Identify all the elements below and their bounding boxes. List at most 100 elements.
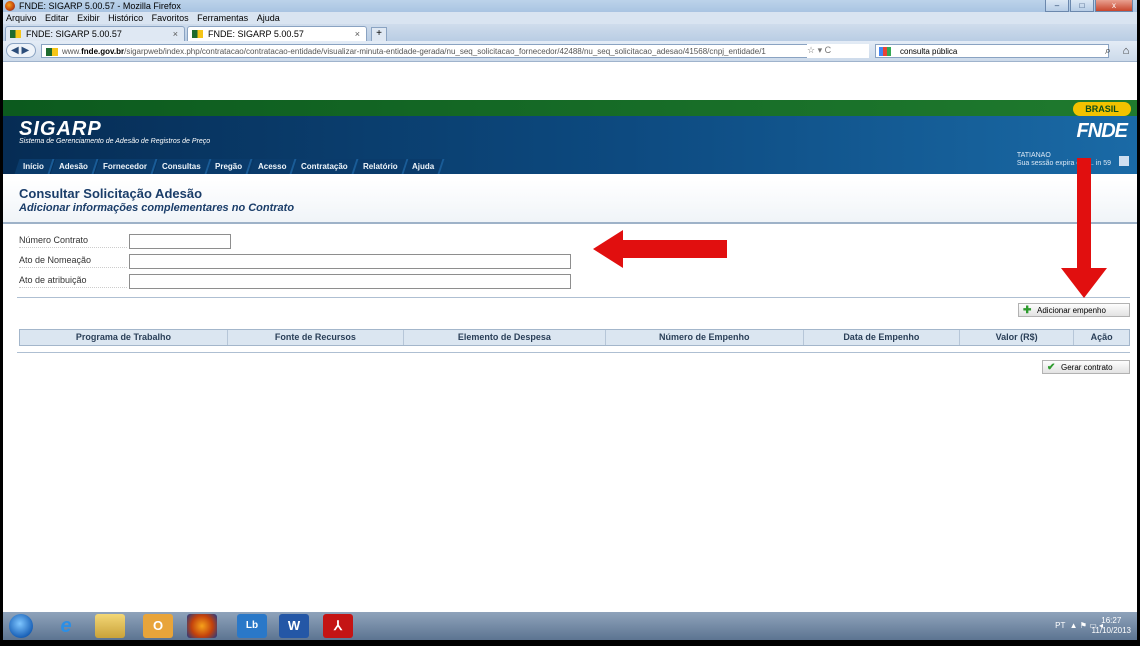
fnde-logo: FNDE — [1076, 120, 1128, 142]
page-heading: Consultar Solicitação Adesão Adicionar i… — [3, 180, 1137, 224]
divider — [17, 297, 1130, 298]
outlook-icon[interactable]: O — [143, 614, 173, 638]
menu-editar[interactable]: Editar — [45, 12, 69, 24]
menu-ferramentas[interactable]: Ferramentas — [197, 12, 248, 24]
system-clock[interactable]: 16:27 11/10/2013 — [1092, 616, 1131, 636]
divider — [17, 352, 1130, 353]
check-icon: ✔ — [1047, 362, 1056, 373]
search-engine-icon[interactable] — [879, 47, 891, 56]
annotation-arrow-down — [1077, 158, 1091, 270]
gov-strip — [3, 100, 1137, 116]
add-empenho-button[interactable]: ✚ Adicionar empenho — [1018, 303, 1130, 317]
close-button[interactable]: x — [1095, 0, 1133, 12]
col-programa-trabalho: Programa de Trabalho — [20, 330, 228, 345]
annotation-arrow-left — [621, 240, 727, 258]
empenho-table-header: Programa de Trabalho Fonte de Recursos E… — [19, 329, 1130, 346]
search-icon[interactable]: ⌕ — [1101, 44, 1115, 58]
menu-pregao[interactable]: Pregão — [207, 159, 254, 174]
page-title: Consultar Solicitação Adesão — [19, 186, 203, 201]
acrobat-icon[interactable]: ⅄ — [323, 614, 353, 638]
menu-relatorio[interactable]: Relatório — [354, 159, 408, 174]
url-domain: fnde.gov.br — [81, 47, 125, 56]
tab-1-close-icon[interactable]: × — [173, 27, 178, 41]
user-session-info: TATIANAO Sua sessão expira em ... in 59 — [1017, 152, 1111, 168]
fnde-favicon-icon — [192, 30, 203, 38]
menu-favoritos[interactable]: Favoritos — [152, 12, 189, 24]
tray-language[interactable]: PT — [1055, 621, 1065, 630]
internet-explorer-icon[interactable]: e — [51, 614, 81, 638]
tab-1[interactable]: FNDE: SIGARP 5.00.57 × — [5, 26, 185, 41]
minimize-button[interactable]: – — [1045, 0, 1069, 12]
screen: FNDE: SIGARP 5.00.57 - Mozilla Firefox –… — [3, 0, 1137, 640]
window-controls: – □ x — [1045, 0, 1133, 12]
brasil-badge[interactable]: BRASIL — [1073, 102, 1131, 116]
menu-contratacao-label: Contratação — [301, 162, 348, 171]
menu-ajuda-site[interactable]: Ajuda — [404, 159, 446, 174]
menu-arquivo[interactable]: Arquivo — [6, 12, 37, 24]
menu-adesao-label: Adesão — [58, 162, 88, 171]
menu-pregao-label: Pregão — [215, 162, 243, 171]
window-titlebar: FNDE: SIGARP 5.00.57 - Mozilla Firefox –… — [3, 0, 1137, 12]
word-icon[interactable]: W — [279, 614, 309, 638]
menu-contratacao[interactable]: Contratação — [292, 159, 359, 174]
menu-exibir[interactable]: Exibir — [77, 12, 100, 24]
menu-historico[interactable]: Histórico — [108, 12, 143, 24]
navigation-bar: ◀ ▶ www.fnde.gov.br/sigarpweb/index.php/… — [3, 41, 1137, 62]
numero-contrato-input[interactable] — [129, 234, 231, 249]
ato-nomeacao-input[interactable] — [129, 254, 571, 269]
search-text: consulta pública — [900, 47, 958, 56]
menu-relatorio-label: Relatório — [362, 162, 398, 171]
maximize-button[interactable]: □ — [1070, 0, 1094, 12]
col-acao: Ação — [1090, 332, 1113, 342]
fnde-favicon-icon — [10, 30, 21, 38]
col-numero-empenho: Número de Empenho — [606, 330, 804, 345]
menu-fornecedor[interactable]: Fornecedor — [94, 159, 158, 174]
ato-atribuicao-label: Ato de atribuição — [19, 274, 127, 288]
annotation-arrow-down-head — [1061, 268, 1107, 298]
firefox-icon — [5, 1, 15, 11]
numero-contrato-label: Número Contrato — [19, 234, 127, 248]
lync-icon[interactable]: Lb — [237, 614, 267, 638]
tab-2[interactable]: FNDE: SIGARP 5.00.57 × — [187, 26, 367, 41]
menu-consultas[interactable]: Consultas — [153, 159, 211, 174]
file-explorer-icon[interactable] — [95, 614, 125, 638]
start-button-icon[interactable] — [9, 614, 33, 638]
menu-fornecedor-label: Fornecedor — [102, 162, 147, 171]
url-prefix: www. — [62, 47, 82, 56]
gerar-contrato-label: Gerar contrato — [1061, 363, 1113, 372]
ato-atribuicao-input[interactable] — [129, 274, 571, 289]
plus-icon: ✚ — [1023, 305, 1032, 316]
browser-menubar: Arquivo Editar Exibir Histórico Favorito… — [3, 12, 1137, 24]
annotation-arrow-left-head — [593, 230, 623, 268]
new-tab-button[interactable]: + — [371, 27, 387, 42]
firefox-taskbar-icon[interactable] — [187, 614, 217, 638]
tab-1-label: FNDE: SIGARP 5.00.57 — [26, 29, 122, 39]
gerar-contrato-button[interactable]: ✔ Gerar contrato — [1042, 360, 1130, 374]
menu-acesso-label: Acesso — [257, 162, 287, 171]
site-subtitle: Sistema de Gerenciamento de Adesão de Re… — [19, 138, 211, 145]
search-bar[interactable]: consulta pública — [875, 44, 1109, 58]
url-bar[interactable]: www.fnde.gov.br/sigarpweb/index.php/cont… — [41, 44, 869, 58]
tab-strip: FNDE: SIGARP 5.00.57 × FNDE: SIGARP 5.00… — [3, 24, 1137, 42]
home-icon[interactable]: ⌂ — [1119, 44, 1133, 58]
site-header: SIGARP Sistema de Gerenciamento de Adesã… — [3, 116, 1137, 174]
windows-taskbar: e O Lb W ⅄ PT ▲ ⚑ ▭ ◂ 16:27 11/10/2013 — [3, 612, 1137, 640]
url-bar-icons[interactable]: ☆ ▾ C — [807, 44, 869, 58]
session-expiry: Sua sessão expira em ... in 59 — [1016, 160, 1111, 167]
menu-inicio[interactable]: Início — [14, 159, 55, 174]
menu-ajuda[interactable]: Ajuda — [257, 12, 280, 24]
tab-2-close-icon[interactable]: × — [355, 27, 360, 41]
menu-acesso[interactable]: Acesso — [249, 159, 297, 174]
add-empenho-label: Adicionar empenho — [1037, 306, 1106, 315]
site-identity-icon — [46, 47, 58, 56]
clock-date: 11/10/2013 — [1091, 626, 1131, 635]
col-data-empenho: Data de Empenho — [804, 330, 960, 345]
ato-nomeacao-label: Ato de Nomeação — [19, 254, 127, 268]
user-name: TATIANAO — [1016, 152, 1051, 159]
logout-icon[interactable] — [1119, 156, 1129, 166]
back-forward-button[interactable]: ◀ ▶ — [6, 43, 36, 58]
col-fonte-recursos: Fonte de Recursos — [228, 330, 404, 345]
url-path: /sigarpweb/index.php/contratacao/contrat… — [124, 47, 766, 56]
menu-adesao[interactable]: Adesão — [50, 159, 99, 174]
col-elemento-despesa: Elemento de Despesa — [404, 330, 606, 345]
